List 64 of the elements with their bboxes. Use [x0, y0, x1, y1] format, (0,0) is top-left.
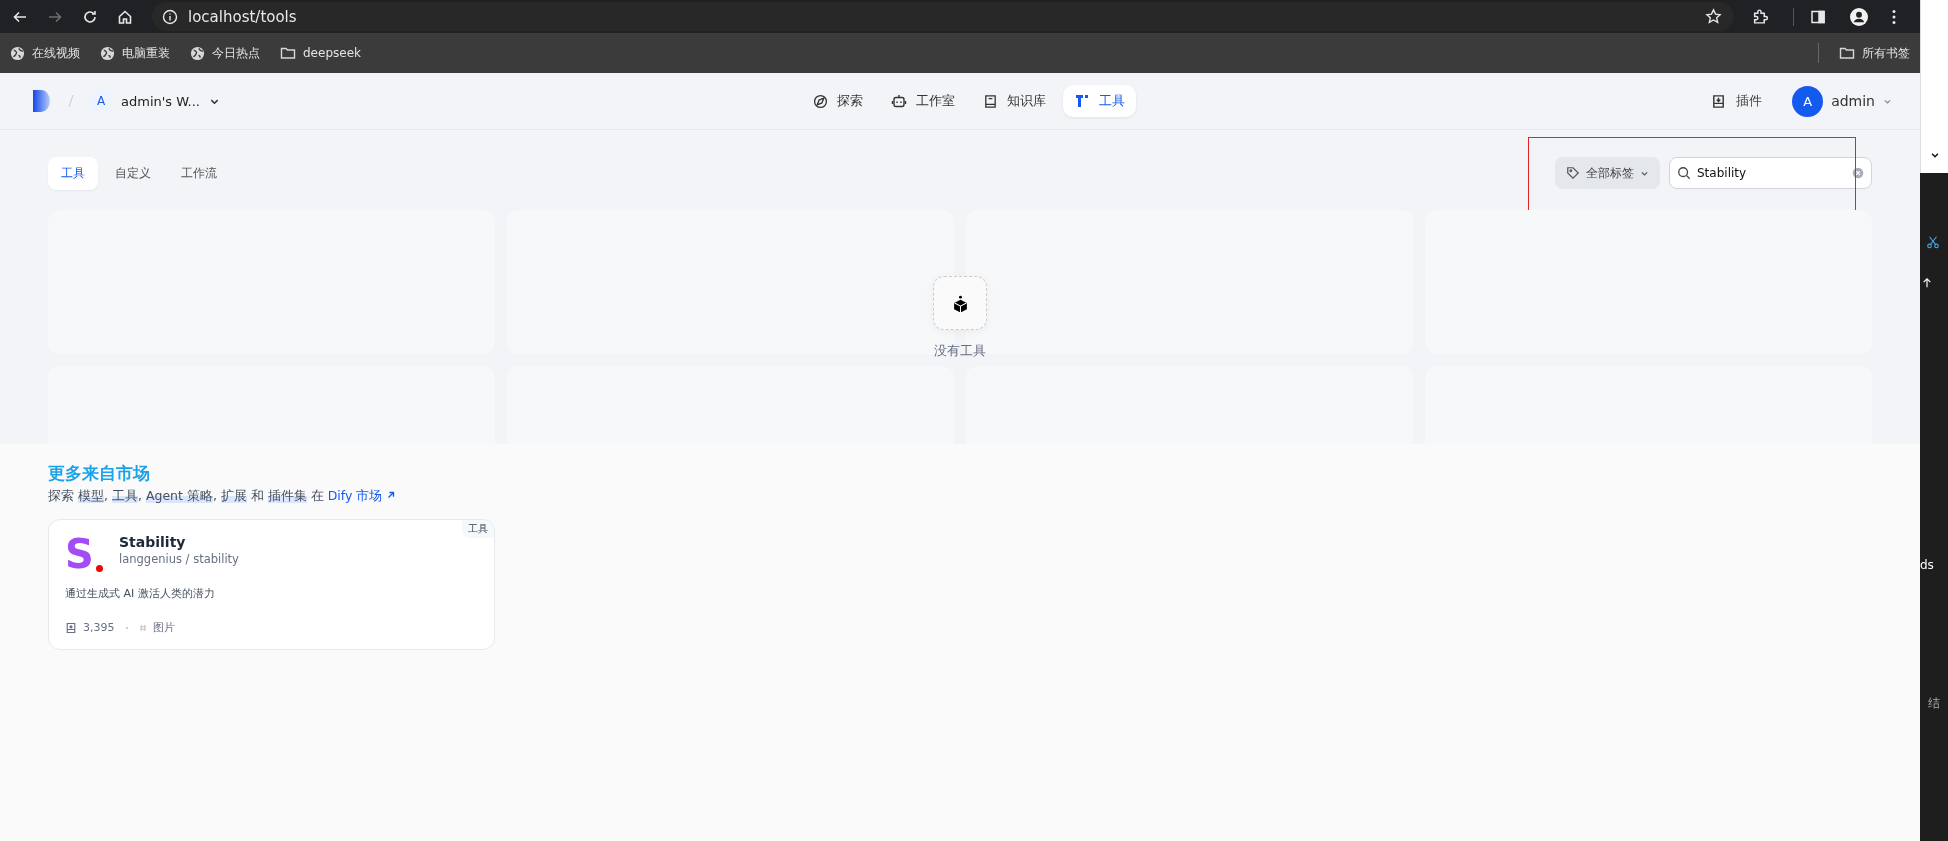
bookmark[interactable]: 在线视频	[10, 44, 80, 62]
tab[interactable]: 工作流	[168, 156, 230, 190]
globe-icon	[190, 45, 205, 61]
reload-icon[interactable]	[82, 8, 98, 25]
plugins-button[interactable]: 插件	[1711, 92, 1763, 110]
hash-icon	[138, 623, 147, 632]
marketplace-link[interactable]: Dify 市场	[327, 488, 397, 503]
nav-tab[interactable]: 知识库	[972, 85, 1057, 117]
download-icon	[65, 621, 77, 634]
more-icon[interactable]	[1892, 8, 1896, 25]
folder-icon	[280, 45, 296, 61]
slash-separator	[68, 94, 74, 108]
bookmark[interactable]: 电脑重装	[100, 44, 170, 62]
tab[interactable]: 自定义	[102, 156, 164, 190]
plugin-logo: S	[65, 534, 105, 574]
search-field[interactable]: Stability	[1669, 157, 1872, 189]
cube-icon	[951, 294, 969, 312]
search-icon	[1677, 166, 1691, 180]
globe-icon	[10, 45, 25, 61]
compass-icon	[813, 93, 828, 109]
tag-filter[interactable]: 全部标签	[1555, 157, 1660, 189]
plugin-tag: 图片	[152, 620, 175, 635]
user-avatar: A	[1792, 85, 1824, 117]
star-icon[interactable]	[1705, 8, 1722, 25]
tab[interactable]: 工具	[48, 156, 98, 190]
clear-icon[interactable]	[1852, 167, 1864, 179]
side-panel-icon[interactable]	[1810, 8, 1826, 25]
home-icon[interactable]	[117, 8, 133, 25]
up-arrow-icon	[1922, 278, 1932, 288]
side-window-text: ds	[1920, 558, 1934, 572]
empty-state-text: 没有工具	[934, 342, 986, 360]
user-menu[interactable]: A admin	[1792, 85, 1892, 117]
puzzle-icon[interactable]	[1752, 8, 1769, 25]
section-title: 更多来自市场	[48, 462, 151, 485]
all-bookmarks[interactable]: 所有书签	[1839, 44, 1910, 62]
profile-icon[interactable]	[1850, 7, 1868, 26]
plugin-name: Stability	[119, 534, 187, 550]
install-count: 3,395	[83, 621, 115, 634]
workspace-avatar: A	[90, 90, 112, 112]
folder-icon	[1839, 45, 1855, 61]
plugin-path: langgenius / stability	[119, 552, 239, 566]
chevron-down-icon	[1930, 150, 1940, 160]
plugin-description: 通过生成式 AI 激活人类的潜力	[65, 586, 216, 601]
workspace-selector[interactable]: A admin's W...	[90, 90, 220, 112]
scissors-icon	[1926, 235, 1940, 249]
plugin-icon	[1711, 93, 1727, 109]
nav-tab[interactable]: 探索	[802, 85, 874, 117]
tool-icon	[1074, 93, 1090, 109]
arrow-icon	[386, 490, 397, 500]
bookmark[interactable]: deepseek	[280, 45, 361, 61]
book-icon	[983, 93, 998, 109]
type-badge: 工具	[462, 520, 494, 538]
logo-icon[interactable]	[32, 89, 52, 113]
side-window-text: 结	[1928, 695, 1940, 712]
robot-icon	[891, 93, 907, 109]
globe-icon	[100, 45, 115, 61]
nav-tab[interactable]: 工具	[1063, 85, 1136, 117]
tag-icon	[1566, 166, 1580, 180]
info-icon[interactable]	[162, 8, 178, 25]
bookmark[interactable]: 今日热点	[190, 44, 260, 62]
section-subtitle: 探索 模型, 工具, Agent 策略, 扩展 和 插件集 在 Dify 市场	[48, 488, 1872, 505]
plugin-card[interactable]: 工具 S Stability langgenius / stability 通过生成式 AI 激活人类的潜力 3,395 图片	[48, 519, 495, 650]
nav-tab[interactable]: 工作室	[880, 85, 966, 117]
address-bar[interactable]: localhost/tools	[152, 2, 1734, 31]
